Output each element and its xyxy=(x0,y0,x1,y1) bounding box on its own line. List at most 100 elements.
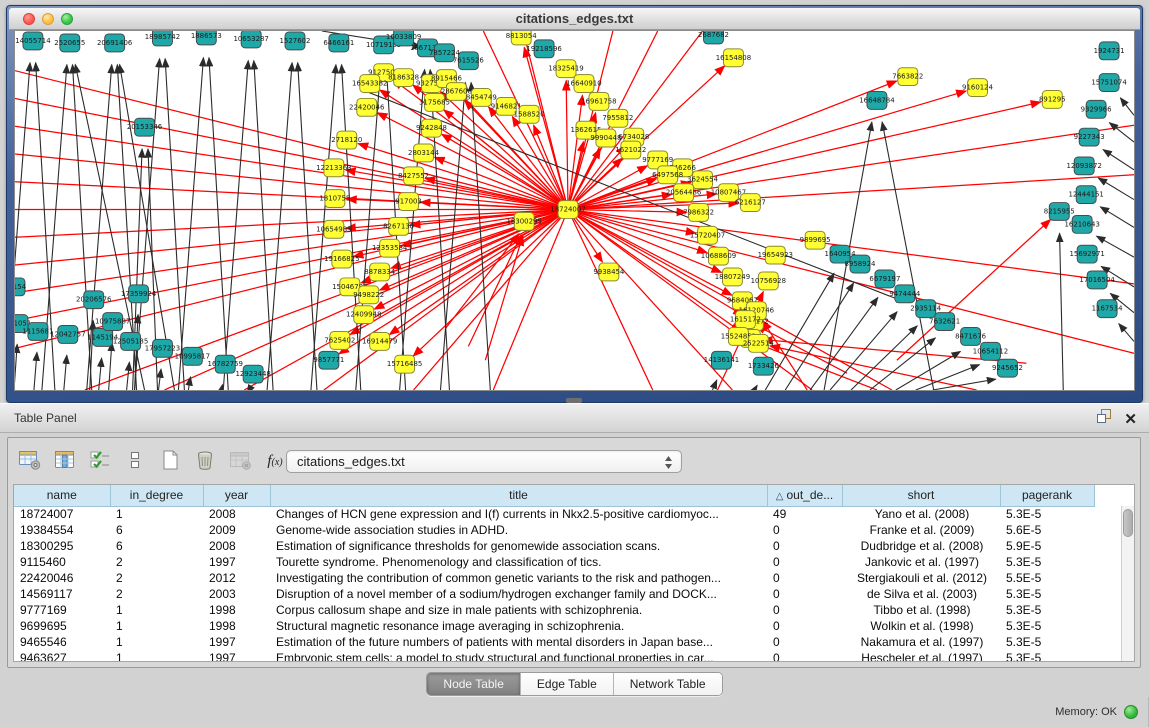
graph-node[interactable]: 7955812 xyxy=(602,109,633,127)
table-cell: 0 xyxy=(767,522,842,538)
tab-node-table[interactable]: Node Table xyxy=(427,673,521,695)
graph-node[interactable]: 18807249 xyxy=(715,268,750,286)
graph-node[interactable]: 16210643 xyxy=(1064,215,1099,233)
graph-node[interactable]: 10688609 xyxy=(701,247,736,265)
combobox-arrows-icon xyxy=(664,455,673,473)
table-scrollbar-thumb[interactable] xyxy=(1123,509,1133,537)
graph-node[interactable]: 1810755 xyxy=(319,190,350,208)
graph-node[interactable]: 39154 xyxy=(15,278,27,296)
graph-node[interactable]: 6466161 xyxy=(323,34,354,52)
table-row[interactable]: 946362711997Embryonic stem cells: a mode… xyxy=(14,650,1094,662)
graph-node[interactable]: 12353584 xyxy=(372,239,408,257)
graph-node[interactable]: 1924731 xyxy=(1094,42,1125,60)
graph-node[interactable]: 2718120 xyxy=(331,131,362,149)
row-height-button[interactable] xyxy=(119,446,151,476)
graph-node[interactable]: 12444151 xyxy=(1068,186,1103,204)
graph-node[interactable]: 12213363 xyxy=(316,159,351,177)
network-window-titlebar[interactable]: citations_edges.txt xyxy=(9,8,1140,30)
table-row[interactable]: 946554611997Estimation of the future num… xyxy=(14,634,1094,650)
graph-node[interactable]: 8427552 xyxy=(398,167,429,185)
select-rows-button[interactable] xyxy=(84,446,116,476)
table-cell: 2008 xyxy=(203,506,270,522)
graph-node[interactable]: 10654985 xyxy=(316,220,351,238)
graph-node[interactable]: 18985742 xyxy=(145,31,180,46)
graph-node[interactable]: 891295 xyxy=(1039,91,1066,109)
column-header-title[interactable]: title xyxy=(270,485,767,506)
graph-node[interactable]: 16914479 xyxy=(362,332,397,350)
graph-node[interactable]: 16961758 xyxy=(581,92,616,110)
graph-node[interactable]: 19218596 xyxy=(526,40,561,58)
column-header-out_de[interactable]: △out_de... xyxy=(767,485,842,506)
table-row[interactable]: 977716911998Corpus callosum shape and si… xyxy=(14,602,1094,618)
graph-node[interactable]: 10653287 xyxy=(233,31,268,48)
table-row[interactable]: 1938455462009Genome-wide association stu… xyxy=(14,522,1094,538)
graph-node[interactable]: 10756928 xyxy=(751,272,786,290)
graph-node[interactable]: 8267130 xyxy=(383,217,414,235)
tab-edge-table[interactable]: Edge Table xyxy=(521,673,614,695)
column-header-name[interactable]: name xyxy=(14,485,110,506)
graph-node[interactable]: 20206576 xyxy=(76,291,111,309)
graph-node[interactable]: 17359924 xyxy=(121,285,157,303)
graph-node[interactable]: 9938454 xyxy=(593,263,625,281)
graph-node[interactable]: 6679197 xyxy=(869,270,900,288)
graph-node[interactable]: 20691406 xyxy=(97,34,132,52)
graph-node[interactable]: 15716485 xyxy=(387,355,422,373)
close-panel-icon[interactable]: ✕ xyxy=(1124,412,1137,427)
network-graph[interactable]: 140557142520655 20691406 18985742 1886573 10… xyxy=(15,31,1134,390)
graph-node[interactable]: 14055714 xyxy=(15,32,51,50)
graph-node[interactable]: 7663822 xyxy=(892,68,923,86)
table-cell: 9465546 xyxy=(14,634,110,650)
graph-node[interactable]: 2520655 xyxy=(54,34,85,52)
svg-text:8471676: 8471676 xyxy=(955,332,986,340)
table-row[interactable]: 1830029562008Estimation of significance … xyxy=(14,538,1094,554)
graph-node[interactable]: 12505185 xyxy=(113,332,148,350)
graph-node[interactable]: 8878334 xyxy=(364,263,396,281)
table-selector-combobox[interactable]: citations_edges.txt xyxy=(286,450,682,473)
graph-node[interactable]: 2687682 xyxy=(698,31,729,44)
column-header-in_degree[interactable]: in_degree xyxy=(110,485,203,506)
svg-text:10688609: 10688609 xyxy=(701,252,736,260)
table-row[interactable]: 911546021997Tourette syndrome. Phenomeno… xyxy=(14,554,1094,570)
table-settings-button[interactable] xyxy=(14,446,46,476)
column-header-year[interactable]: year xyxy=(203,485,270,506)
table-row[interactable]: 969969511998Structural magnetic resonanc… xyxy=(14,618,1094,634)
new-table-button[interactable] xyxy=(154,446,186,476)
float-panel-icon[interactable] xyxy=(1097,409,1112,429)
network-canvas[interactable]: 140557142520655 20691406 18985742 1886573 10… xyxy=(14,30,1135,391)
table-scrollbar[interactable] xyxy=(1121,506,1134,661)
delete-button[interactable] xyxy=(189,446,221,476)
graph-edge xyxy=(851,326,917,390)
svg-text:16210643: 16210643 xyxy=(1064,220,1099,228)
graph-node[interactable]: 19654923 xyxy=(758,246,793,264)
graph-node[interactable]: 9329966 xyxy=(1081,100,1112,118)
graph-node[interactable]: 8471676 xyxy=(955,328,986,346)
graph-node[interactable]: 12042757 xyxy=(50,326,85,344)
graph-node[interactable]: 7986322 xyxy=(683,204,714,222)
graph-node[interactable]: 16154808 xyxy=(716,49,751,67)
table-row[interactable]: 1872400712008Changes of HCN gene express… xyxy=(14,506,1094,522)
graph-node[interactable]: 8813054 xyxy=(506,31,538,45)
table-row[interactable]: 1456911722003Disruption of a novel membe… xyxy=(14,586,1094,602)
table-row[interactable]: 2242004622012Investigating the contribut… xyxy=(14,570,1094,586)
graph-node[interactable]: 15751074 xyxy=(1091,74,1127,92)
graph-node[interactable]: 10975887 xyxy=(95,313,130,331)
graph-node[interactable]: 15692971 xyxy=(1069,245,1104,263)
table-cell: 18724007 xyxy=(14,506,110,522)
graph-node[interactable]: 20153346 xyxy=(127,118,162,136)
show-columns-button[interactable] xyxy=(49,446,81,476)
tab-network-table[interactable]: Network Table xyxy=(614,673,722,695)
column-header-pagerank[interactable]: pagerank xyxy=(1000,485,1094,506)
graph-node[interactable]: 9899695 xyxy=(800,231,831,249)
graph-node[interactable]: 9160124 xyxy=(962,79,994,97)
graph-node[interactable]: 917003 xyxy=(395,193,422,211)
delete-table-button[interactable] xyxy=(224,446,256,476)
graph-node[interactable]: 1733426 xyxy=(748,357,779,375)
graph-node[interactable]: 1886573 xyxy=(191,31,222,45)
graph-node[interactable]: 12093872 xyxy=(1066,157,1101,175)
graph-node[interactable]: 17016504 xyxy=(1079,271,1115,289)
column-header-short[interactable]: short xyxy=(842,485,1000,506)
graph-node[interactable]: 8215955 xyxy=(1044,203,1075,221)
graph-node[interactable]: 1527602 xyxy=(280,32,311,50)
svg-text:6216127: 6216127 xyxy=(735,199,766,207)
graph-node[interactable]: 1167534 xyxy=(1092,300,1124,318)
